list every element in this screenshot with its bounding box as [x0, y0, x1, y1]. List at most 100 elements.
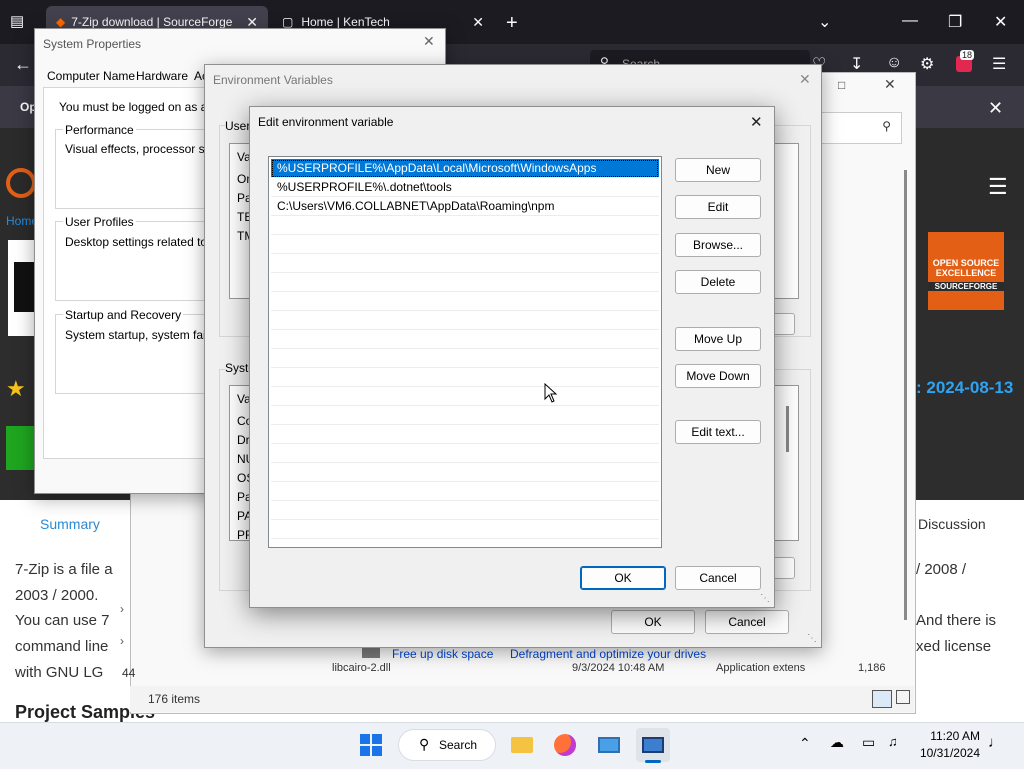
empty-row[interactable] [271, 349, 659, 368]
maximize-icon[interactable]: ❐ [948, 12, 962, 32]
edit-button[interactable]: Edit [675, 195, 761, 219]
notification-bell-icon[interactable]: ♩ [988, 734, 1003, 751]
empty-row[interactable] [271, 406, 659, 425]
clock-time[interactable]: 11:20 AM [918, 729, 980, 743]
empty-row[interactable] [271, 482, 659, 501]
empty-row[interactable] [271, 254, 659, 273]
delete-button[interactable]: Delete [675, 270, 761, 294]
explorer-search-box[interactable]: ⚲ [816, 112, 902, 144]
empty-row[interactable] [271, 425, 659, 444]
back-arrow-icon[interactable]: ← [14, 54, 32, 75]
empty-row[interactable] [271, 501, 659, 520]
logon-notice: You must be logged on as an A [59, 100, 225, 114]
minimize-icon[interactable]: — [902, 12, 918, 30]
env-ok-button[interactable]: OK [611, 610, 695, 634]
account-icon[interactable]: ☺ [886, 54, 902, 72]
extensions-icon[interactable]: ⚙ [920, 54, 934, 74]
defrag-link[interactable]: Defragment and optimize your drives [510, 647, 706, 661]
expand-arrow-icon[interactable]: › [120, 602, 124, 616]
env-cancel-button[interactable]: Cancel [705, 610, 789, 634]
tab-discussion[interactable]: Discussion [918, 516, 986, 532]
close-icon[interactable]: ✕ [799, 71, 811, 88]
file-row[interactable]: libcairo-2.dll 9/3/2024 10:48 AM Applica… [312, 662, 902, 674]
group-desc: Visual effects, processor sche [65, 142, 224, 156]
window-titlebar: System Properties [35, 29, 445, 59]
body-line: 2003 / 2000. [15, 587, 99, 604]
new-button[interactable]: New [675, 158, 761, 182]
tab-hardware[interactable]: Hardware [136, 69, 188, 83]
menu-icon[interactable]: ☰ [992, 54, 1006, 74]
close-icon[interactable]: ✕ [750, 113, 763, 131]
cancel-button[interactable]: Cancel [675, 566, 761, 590]
firefox-logo-icon [554, 734, 576, 756]
details-view-icon[interactable] [872, 690, 892, 708]
path-entry[interactable]: C:\Users\VM6.COLLABNET\AppData\Roaming\n… [271, 197, 659, 216]
file-type: Application extens [716, 662, 806, 674]
chevron-up-icon[interactable]: ⌃ [799, 735, 811, 752]
group-desc: System startup, system failure [65, 328, 226, 342]
empty-row[interactable] [271, 463, 659, 482]
empty-row[interactable] [271, 292, 659, 311]
empty-row[interactable] [271, 444, 659, 463]
sourceforge-logo[interactable] [6, 168, 36, 198]
list-item[interactable]: Dr [237, 433, 250, 447]
award-badge: OPEN SOURCE EXCELLENCE SOURCEFORGE [928, 232, 1004, 310]
network-icon[interactable]: ☁ [830, 734, 844, 751]
empty-row[interactable] [271, 216, 659, 235]
new-tab-icon[interactable]: + [506, 12, 518, 35]
ok-button[interactable]: OK [580, 566, 666, 590]
close-window-icon[interactable]: ✕ [994, 12, 1007, 32]
empty-row[interactable] [271, 368, 659, 387]
star-icon: ★ [6, 376, 26, 401]
expand-arrow-icon[interactable]: › [120, 634, 124, 648]
browse-button[interactable]: Browse... [675, 233, 761, 257]
move-up-button[interactable]: Move Up [675, 327, 761, 351]
explorer-scrollbar[interactable] [904, 170, 907, 620]
download-button[interactable] [6, 426, 36, 470]
empty-row[interactable] [271, 235, 659, 254]
close-icon[interactable]: ✕ [423, 33, 435, 50]
explorer-close-icon[interactable]: ✕ [884, 76, 896, 93]
empty-row[interactable] [271, 330, 659, 349]
path-entry[interactable]: %USERPROFILE%\.dotnet\tools [271, 178, 659, 197]
firefox-icon[interactable] [548, 728, 582, 762]
empty-row[interactable] [271, 311, 659, 330]
clock-date[interactable]: 10/31/2024 [910, 746, 980, 760]
list-scrollbar[interactable] [786, 406, 789, 452]
hamburger-menu-icon[interactable]: ☰ [988, 174, 1008, 200]
resize-grip-icon[interactable]: ⋱ [760, 593, 770, 604]
control-panel-icon[interactable] [592, 728, 626, 762]
tab-list-icon[interactable]: ▤ [10, 12, 30, 32]
date-text: : 2024-08-13 [916, 378, 1014, 397]
download-icon[interactable]: ↧ [850, 54, 863, 74]
display-icon[interactable]: ▭ [862, 734, 875, 751]
chevron-down-icon[interactable]: ⌄ [818, 12, 831, 32]
file-name: libcairo-2.dll [332, 662, 391, 674]
start-windows-icon[interactable] [354, 728, 388, 762]
close-notification-icon[interactable]: ✕ [988, 98, 1003, 119]
explorer-maximize-icon[interactable]: □ [838, 78, 845, 92]
path-entry[interactable]: %USERPROFILE%\AppData\Local\Microsoft\Wi… [271, 159, 659, 178]
move-down-button[interactable]: Move Down [675, 364, 761, 388]
partial-count: 44 [122, 666, 136, 680]
search-icon: ⚲ [419, 736, 430, 752]
taskbar-search[interactable]: ⚲ Search [398, 729, 496, 761]
path-entries-list[interactable]: %USERPROFILE%\AppData\Local\Microsoft\Wi… [268, 156, 662, 548]
file-date: 9/3/2024 10:48 AM [572, 662, 665, 674]
empty-row[interactable] [271, 273, 659, 292]
close-tab-icon[interactable]: ✕ [472, 14, 484, 31]
taskbar-active-indicator [645, 760, 661, 763]
body-line: 7-Zip is a file a [15, 561, 113, 578]
award-brand: SOURCEFORGE [928, 282, 1004, 291]
free-space-link[interactable]: Free up disk space [392, 647, 493, 661]
tab-computer-name[interactable]: Computer Name [47, 69, 135, 83]
volume-icon[interactable]: ♫ [888, 734, 898, 749]
tiles-view-icon[interactable] [896, 690, 910, 704]
file-explorer-icon[interactable] [505, 728, 539, 762]
system-properties-taskbar-icon[interactable] [636, 728, 670, 762]
empty-row[interactable] [271, 520, 659, 539]
resize-grip-icon[interactable]: ⋱ [807, 633, 817, 644]
tab-summary[interactable]: Summary [40, 516, 100, 532]
edit-text-button[interactable]: Edit text... [675, 420, 761, 444]
empty-row[interactable] [271, 387, 659, 406]
